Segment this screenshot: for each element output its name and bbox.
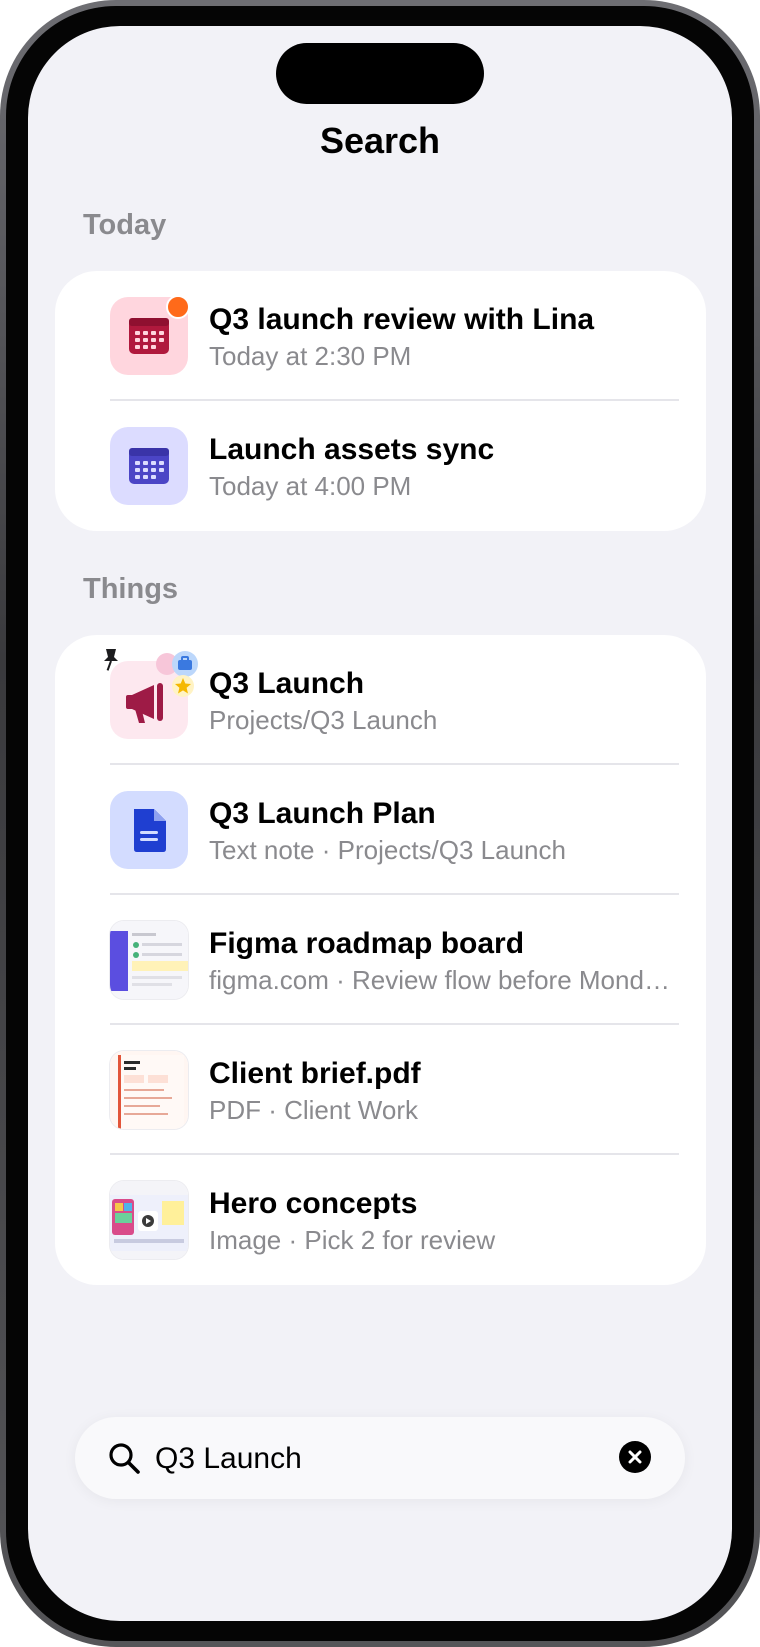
clear-icon	[628, 1450, 642, 1464]
item-subtitle: PDF · Client Work	[209, 1095, 418, 1125]
megaphone-icon	[104, 649, 198, 739]
notification-dot	[166, 295, 190, 319]
item-subtitle: Today at 4:00 PM	[209, 471, 412, 501]
list-item-hero-concepts[interactable]: Hero concepts Image · Pick 2 for review	[55, 1155, 706, 1285]
item-subtitle: Image · Pick 2 for review	[209, 1225, 496, 1255]
item-subtitle: Projects/Q3 Launch	[209, 705, 438, 735]
item-subtitle: figma.com · Review flow before Monda...	[209, 965, 679, 995]
page-title: Search	[319, 120, 441, 161]
section-header-things: Things	[83, 573, 179, 605]
calendar-icon	[110, 427, 188, 505]
web-thumbnail	[110, 921, 188, 999]
item-title: Q3 launch review with Lina	[209, 303, 595, 336]
item-title: Q3 Launch Plan	[209, 797, 436, 830]
item-title: Figma roadmap board	[209, 927, 525, 960]
section-header-today: Today	[83, 209, 167, 241]
briefcase-icon	[172, 651, 198, 677]
star-icon	[172, 675, 194, 697]
item-title: Hero concepts	[209, 1187, 418, 1220]
list-item-client-brief[interactable]: Client brief.pdf PDF · Client Work	[55, 1025, 706, 1155]
document-icon	[110, 791, 188, 869]
list-item-q3-launch[interactable]: Q3 Launch Projects/Q3 Launch	[55, 635, 706, 765]
search-bar	[75, 1417, 685, 1499]
today-card: Q3 launch review with Lina Today at 2:30…	[55, 271, 706, 531]
image-thumbnail	[110, 1181, 188, 1259]
item-title: Client brief.pdf	[209, 1057, 421, 1090]
item-title: Q3 Launch	[209, 667, 365, 700]
list-item-figma-roadmap-board[interactable]: Figma roadmap board figma.com · Review f…	[55, 895, 706, 1025]
calendar-icon	[110, 295, 190, 375]
item-subtitle: Today at 2:30 PM	[209, 341, 412, 371]
search-input[interactable]	[155, 1439, 585, 1479]
item-title: Launch assets sync	[209, 433, 495, 466]
dynamic-island	[276, 43, 484, 104]
screen: Search Today Q3 launch review with Lina …	[28, 26, 732, 1621]
pdf-thumbnail	[110, 1051, 188, 1129]
list-item-q3-launch-plan[interactable]: Q3 Launch Plan Text note · Projects/Q3 L…	[55, 765, 706, 895]
clear-search-button[interactable]	[619, 1441, 651, 1473]
item-subtitle: Text note · Projects/Q3 Launch	[209, 835, 566, 865]
search-icon	[109, 1443, 140, 1474]
things-card: Q3 Launch Projects/Q3 Launch Q3 Launch P…	[55, 635, 706, 1285]
list-item-launch-assets-sync[interactable]: Launch assets sync Today at 4:00 PM	[55, 401, 706, 531]
pin-icon	[104, 649, 118, 671]
list-item-q3-launch-review[interactable]: Q3 launch review with Lina Today at 2:30…	[55, 271, 706, 401]
